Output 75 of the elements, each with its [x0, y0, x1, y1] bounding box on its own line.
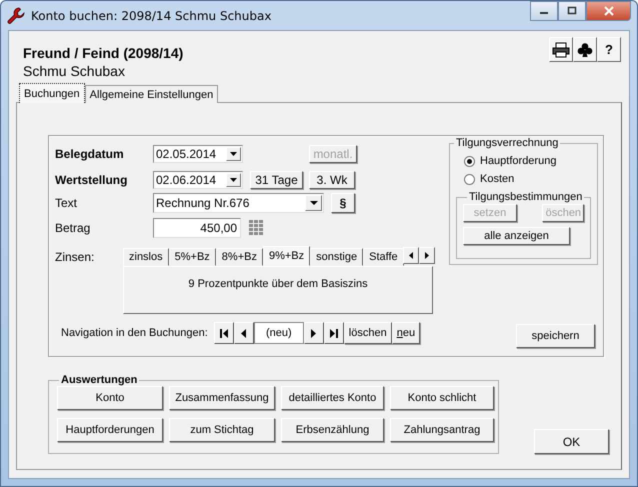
first-icon	[220, 328, 228, 338]
period-button[interactable]: 3. Wk	[309, 171, 355, 189]
group-title: Auswertungen	[60, 374, 138, 386]
period-button[interactable]: 31 Tage	[250, 171, 303, 189]
report-button[interactable]: zum Stichtag	[169, 418, 275, 442]
text-dropdown[interactable]: Rechnung Nr.676	[153, 193, 324, 213]
club-button[interactable]	[573, 37, 597, 62]
minimize-button[interactable]	[530, 1, 558, 21]
scroll-left-button[interactable]	[403, 247, 419, 264]
report-button[interactable]: Zahlungsantrag	[390, 418, 494, 442]
report-button[interactable]: Zusammenfassung	[169, 386, 275, 410]
date-dropdown[interactable]: 02.06.2014	[153, 171, 243, 189]
last-button[interactable]	[324, 322, 344, 344]
show-all-button[interactable]: alle anzeigen	[463, 227, 570, 245]
caret-icon	[310, 201, 318, 205]
option-label: Hauptforderung	[480, 155, 556, 167]
tab[interactable]: Allgemeine Einstellungen	[84, 85, 218, 103]
club-icon	[577, 42, 593, 58]
group-title: Tilgungsbestimmungen	[468, 191, 584, 203]
interest-tab[interactable]: zinslos	[123, 248, 169, 266]
maximize-button[interactable]	[558, 1, 586, 21]
previous-icon	[241, 328, 246, 338]
ok-button[interactable]: OK	[534, 429, 609, 454]
record-position-field: (neu)	[254, 322, 304, 344]
option-label: Kosten	[480, 173, 514, 185]
next-button[interactable]	[304, 322, 324, 344]
group-title: Tilgungsverrechnung	[455, 137, 560, 149]
field-label: Belegdatum	[55, 147, 125, 161]
first-button[interactable]	[214, 322, 234, 344]
report-button[interactable]: Erbsenzählung	[281, 418, 384, 442]
field-label: Betrag	[55, 221, 92, 235]
report-button[interactable]: Konto	[57, 386, 163, 410]
close-button[interactable]	[586, 1, 631, 21]
radio-circle[interactable]	[464, 156, 475, 166]
interest-tab[interactable]: 9%+Bz	[262, 246, 310, 266]
radio-option[interactable]: Hauptforderung	[464, 155, 598, 167]
interest-tab[interactable]: 8%+Bz	[216, 248, 263, 266]
report-button[interactable]: detailliertes Konto	[281, 386, 384, 410]
maximize-icon	[567, 6, 577, 16]
date-dropdown[interactable]: 02.05.2014	[153, 145, 243, 163]
printer-icon	[552, 42, 570, 58]
account-title: Freund / Feind (2098/14)	[23, 45, 184, 61]
paragraph-button[interactable]: §	[331, 193, 355, 213]
interest-tab[interactable]: sonstige	[310, 248, 364, 266]
report-button[interactable]: Hauptforderungen	[57, 418, 163, 442]
account-name: Schmu Schubax	[23, 63, 126, 79]
radio-option[interactable]: Kosten	[464, 173, 598, 185]
print-button[interactable]	[549, 37, 573, 62]
left-arrow-icon	[409, 252, 413, 259]
interest-tab[interactable]: Staffe	[363, 248, 404, 266]
field-label: Text	[55, 196, 78, 210]
last-icon	[330, 328, 338, 338]
window-title: Konto buchen: 2098/14 Schmu Schubax	[31, 8, 272, 22]
radio-circle[interactable]	[464, 174, 475, 184]
previous-button[interactable]	[234, 322, 254, 344]
wrench-icon	[7, 6, 25, 24]
next-icon	[311, 328, 316, 338]
caret-icon	[230, 178, 237, 182]
tab[interactable]: Buchungen	[19, 83, 85, 103]
interest-tab[interactable]: 5%+Bz	[168, 248, 216, 266]
interest-label: Zinsen:	[55, 249, 96, 266]
right-arrow-icon	[425, 252, 429, 259]
close-icon	[602, 6, 614, 16]
report-button[interactable]: Konto schlicht	[390, 386, 494, 410]
navigation-label: Navigation in den Buchungen:	[61, 327, 208, 339]
scroll-right-button[interactable]	[419, 247, 435, 264]
new-button[interactable]: neu	[392, 322, 420, 344]
help-button[interactable]: ?	[597, 37, 621, 62]
delete-button[interactable]: löschen	[344, 322, 392, 344]
amount-field[interactable]: 450,00	[153, 218, 241, 238]
interest-description: 9 Prozentpunkte über dem Basiszins	[188, 278, 368, 292]
caret-icon	[230, 152, 237, 156]
field-label: Wertstellung	[55, 173, 128, 187]
calculator-icon[interactable]	[249, 220, 263, 236]
save-button[interactable]: speichern	[516, 324, 595, 348]
